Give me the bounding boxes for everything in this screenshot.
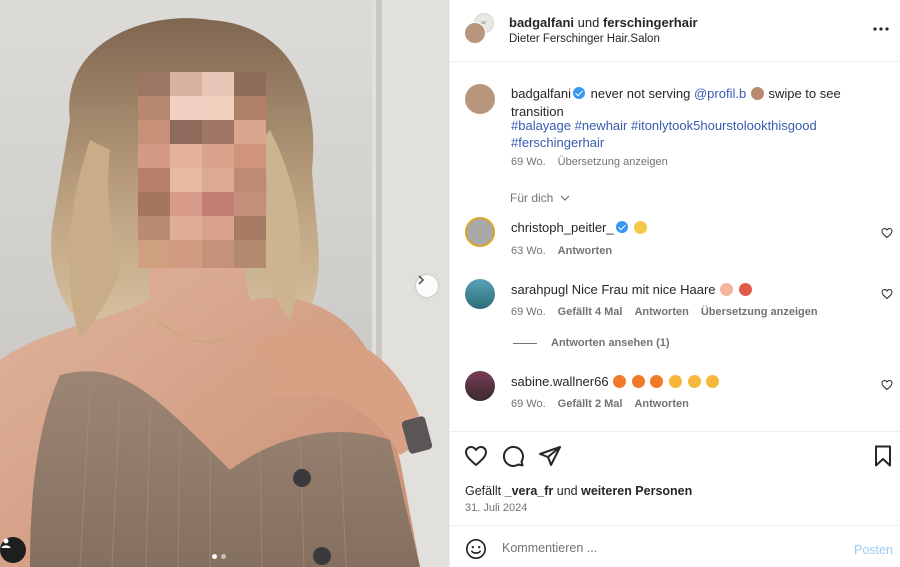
comment-translate[interactable]: Übersetzung anzeigen [701,306,818,318]
comment-likes[interactable]: Gefällt 4 Mal [558,306,623,318]
caption-meta: 69 Wo. Übersetzung anzeigen [511,156,668,168]
liked-by-others[interactable]: weiteren Personen [581,484,692,498]
caption-body-1: never not serving [590,86,691,101]
replies-divider [513,343,537,344]
comment-like-heart-icon[interactable] [881,227,893,239]
collaborator-username[interactable]: ferschingerhair [603,15,698,30]
carousel-next-button[interactable] [416,275,438,297]
user-tag-icon [1,538,11,548]
carousel-dot [221,554,226,559]
caption-block: badgalfani never not serving @profil.b s… [450,82,900,172]
bookmark-icon[interactable] [871,444,895,468]
chevron-right-icon [418,275,425,285]
post-actions: Gefällt _vera_fr und weiteren Personen 3… [450,431,900,525]
dizzy-emoji-icon [634,221,648,234]
liked-by-summary[interactable]: Gefällt _vera_fr und weiteren Personen [465,484,692,498]
caption-mention[interactable]: @profil.b [694,86,746,101]
tagged-users-button[interactable] [0,537,26,563]
chevron-down-icon [560,195,570,201]
post-location[interactable]: Dieter Ferschinger Hair.Salon [509,33,660,45]
carousel-indicator [212,554,226,559]
comment-like-heart-icon[interactable] [881,379,893,391]
comment-reply-button[interactable]: Antworten [634,398,688,410]
caption-hashtags-2[interactable]: #ferschingerhair [511,134,604,152]
more-options-button[interactable] [869,19,893,39]
collab-connector: und [577,15,600,30]
comment-avatar[interactable] [465,371,495,401]
liked-by-middle: und [556,484,578,498]
hands-emoji-icon [750,87,764,100]
comment-sort-label: Für dich [510,191,554,205]
comment-time[interactable]: 63 Wo. [511,245,546,257]
post-header-title: badgalfani und ferschingerhair [509,15,698,30]
fire-emoji-icon [631,375,645,388]
comment-item: sarahpugl Nice Frau mit nice Haare 69 Wo… [450,279,900,353]
comment-time[interactable]: 69 Wo. [511,306,546,318]
post-photo[interactable] [0,0,449,567]
comment-meta: 69 Wo. Gefällt 4 Mal Antworten Übersetzu… [511,306,818,318]
liked-by-user[interactable]: _vera_fr [505,484,554,498]
comment-text: christoph_peitler_ [511,219,648,237]
comment-meta: 69 Wo. Gefällt 2 Mal Antworten [511,398,689,410]
heart-eyes-emoji-icon [706,375,720,388]
fire-emoji-icon [650,375,664,388]
comment-item: sabine.wallner66 69 Wo. Gefällt 2 Mal An… [450,371,900,415]
carousel-dot-active [212,554,217,559]
caption-hashtags-1[interactable]: #balayage #newhair #itonlytook5hourstolo… [511,117,817,135]
caption-time[interactable]: 69 Wo. [511,156,546,168]
comment-text: sabine.wallner66 [511,373,720,391]
caption-text: badgalfani never not serving @profil.b s… [511,85,891,121]
comment-body: Nice Frau mit nice Haare [571,282,716,297]
smile-icon[interactable] [465,538,487,560]
view-replies-button[interactable]: Antworten ansehen (1) [551,337,670,349]
post-image [0,0,449,567]
comment-time[interactable]: 69 Wo. [511,398,546,410]
paper-plane-icon[interactable] [538,444,562,468]
heart-eyes-emoji-icon [669,375,683,388]
comment-avatar[interactable] [465,279,495,309]
post-header: DF badgalfani und ferschingerhair Dieter… [450,0,900,62]
more-horizontal-icon [873,27,889,31]
kiss-emoji-icon [738,283,752,296]
post-details-panel: DF badgalfani und ferschingerhair Dieter… [449,0,900,567]
heart-icon[interactable] [464,444,488,468]
caption-avatar[interactable] [465,84,495,114]
verified-badge-icon [573,87,585,99]
pixelated-face [138,72,266,268]
caption-username[interactable]: badgalfani [511,86,571,101]
comment-username[interactable]: sabine.wallner66 [511,374,609,389]
comment-icon[interactable] [501,444,525,468]
comment-like-heart-icon[interactable] [881,288,893,300]
comment-sort[interactable]: Für dich [450,191,900,207]
verified-badge-icon [615,221,628,233]
nails-emoji-icon [720,283,734,296]
post-comment-button[interactable]: Posten [854,543,893,557]
liked-by-prefix: Gefällt [465,484,502,498]
author-username[interactable]: badgalfani [509,15,574,30]
comment-composer: Posten [450,525,900,567]
comment-meta: 63 Wo. Antworten [511,245,612,257]
comment-likes[interactable]: Gefällt 2 Mal [558,398,623,410]
comment-text: sarahpugl Nice Frau mit nice Haare [511,281,753,299]
author-avatar[interactable] [464,22,486,44]
comment-input[interactable] [502,537,832,559]
post-date[interactable]: 31. Juli 2024 [465,502,527,514]
heart-eyes-emoji-icon [687,375,701,388]
comment-username[interactable]: christoph_peitler_ [511,220,614,235]
comment-reply-button[interactable]: Antworten [558,245,612,257]
comment-avatar[interactable] [465,217,495,247]
comment-reply-button[interactable]: Antworten [634,306,688,318]
caption-translate[interactable]: Übersetzung anzeigen [558,156,668,168]
comment-item: christoph_peitler_ 63 Wo. Antworten [450,216,900,260]
fire-emoji-icon [613,375,627,388]
comment-username[interactable]: sarahpugl [511,282,568,297]
